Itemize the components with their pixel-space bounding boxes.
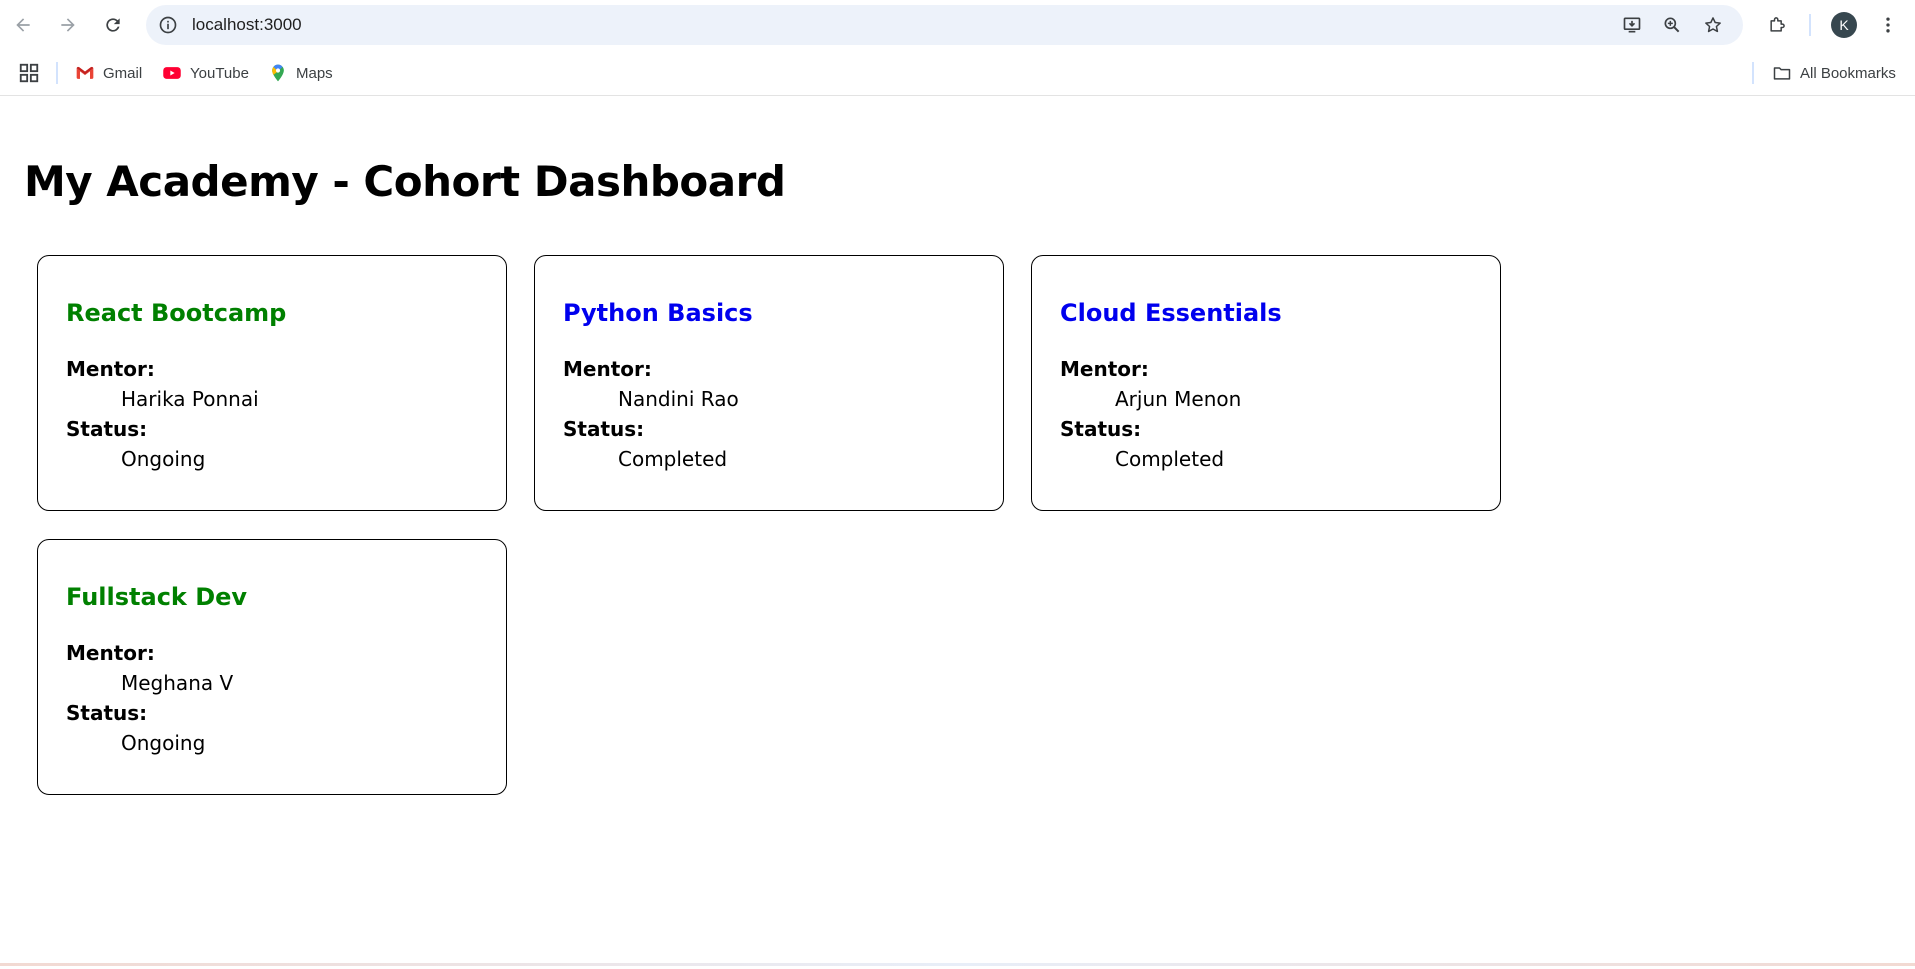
gmail-icon: [76, 66, 94, 79]
cohort-title: React Bootcamp: [66, 299, 287, 327]
cohort-card: Cloud Essentials Mentor: Arjun Menon Sta…: [1031, 255, 1501, 511]
all-bookmarks-label: All Bookmarks: [1800, 64, 1896, 82]
apps-grid-icon[interactable]: [18, 62, 40, 84]
cohort-card: Python Basics Mentor: Nandini Rao Status…: [534, 255, 1004, 511]
youtube-icon: [163, 67, 181, 79]
bookmarks-bar: Gmail YouTube Maps All Bookmarks: [0, 50, 1915, 96]
zoom-button[interactable]: [1660, 13, 1684, 37]
all-bookmarks-button[interactable]: All Bookmarks: [1772, 59, 1896, 87]
mentor-label: Mentor:: [1060, 357, 1149, 381]
bookmark-star-button[interactable]: [1701, 13, 1725, 37]
mentor-value: Nandini Rao: [618, 387, 739, 411]
puzzle-icon: [1770, 17, 1785, 32]
bookmark-label: Maps: [296, 64, 333, 82]
status-label: Status:: [1060, 417, 1142, 441]
address-bar[interactable]: localhost:3000: [146, 5, 1743, 45]
arrow-left-icon: [16, 18, 30, 32]
cohort-card: Fullstack Dev Mentor: Meghana V Status: …: [37, 539, 507, 795]
arrow-right-icon: [61, 18, 75, 32]
bookmarks-divider: [56, 62, 58, 84]
cohort-title: Cloud Essentials: [1060, 299, 1282, 327]
mentor-value: Meghana V: [121, 671, 234, 695]
status-label: Status:: [66, 701, 148, 725]
bookmark-label: YouTube: [190, 64, 249, 82]
page-title: My Academy - Cohort Dashboard: [24, 157, 786, 206]
status-value: Ongoing: [121, 447, 206, 471]
cohort-grid: React Bootcamp Mentor: Harika Ponnai Sta…: [37, 255, 1537, 795]
install-app-button[interactable]: [1620, 13, 1644, 37]
toolbar-divider: [1809, 14, 1811, 36]
status-value: Completed: [618, 447, 728, 471]
cohort-card: React Bootcamp Mentor: Harika Ponnai Sta…: [37, 255, 507, 511]
zoom-icon: [1664, 17, 1680, 33]
status-value: Completed: [1115, 447, 1225, 471]
cohort-details: Mentor: Meghana V Status: Ongoing: [66, 638, 478, 758]
star-icon: [1705, 17, 1721, 33]
bookmark-gmail[interactable]: Gmail: [75, 59, 142, 87]
install-app-icon: [1623, 17, 1641, 33]
browser-menu-button[interactable]: [1873, 10, 1903, 40]
status-value: Ongoing: [121, 731, 206, 755]
back-button[interactable]: [8, 10, 38, 40]
mentor-value: Arjun Menon: [1115, 387, 1242, 411]
url-text[interactable]: localhost:3000: [192, 5, 302, 45]
bookmark-youtube[interactable]: YouTube: [162, 59, 249, 87]
reload-icon: [106, 18, 120, 32]
maps-icon: [272, 64, 284, 82]
bookmark-label: Gmail: [103, 64, 143, 82]
info-icon[interactable]: [158, 15, 178, 35]
mentor-label: Mentor:: [66, 641, 155, 665]
bookmark-maps[interactable]: Maps: [268, 59, 333, 87]
extensions-button[interactable]: [1762, 10, 1792, 40]
status-label: Status:: [66, 417, 148, 441]
browser-toolbar: localhost:3000 K: [0, 0, 1915, 50]
cohort-details: Mentor: Harika Ponnai Status: Ongoing: [66, 354, 478, 474]
mentor-value: Harika Ponnai: [121, 387, 259, 411]
cohort-details: Mentor: Arjun Menon Status: Completed: [1060, 354, 1472, 474]
mentor-label: Mentor:: [563, 357, 652, 381]
page-content: My Academy - Cohort Dashboard React Boot…: [0, 97, 1915, 963]
status-label: Status:: [563, 417, 645, 441]
profile-avatar[interactable]: K: [1831, 12, 1857, 38]
folder-icon: [1773, 67, 1791, 80]
reload-button[interactable]: [98, 10, 128, 40]
cohort-title: Python Basics: [563, 299, 753, 327]
bookmarks-divider: [1752, 62, 1754, 84]
forward-button[interactable]: [53, 10, 83, 40]
bottom-edge: [0, 963, 1915, 966]
kebab-menu-icon: [1886, 17, 1890, 33]
cohort-details: Mentor: Nandini Rao Status: Completed: [563, 354, 975, 474]
cohort-title: Fullstack Dev: [66, 583, 248, 611]
mentor-label: Mentor:: [66, 357, 155, 381]
